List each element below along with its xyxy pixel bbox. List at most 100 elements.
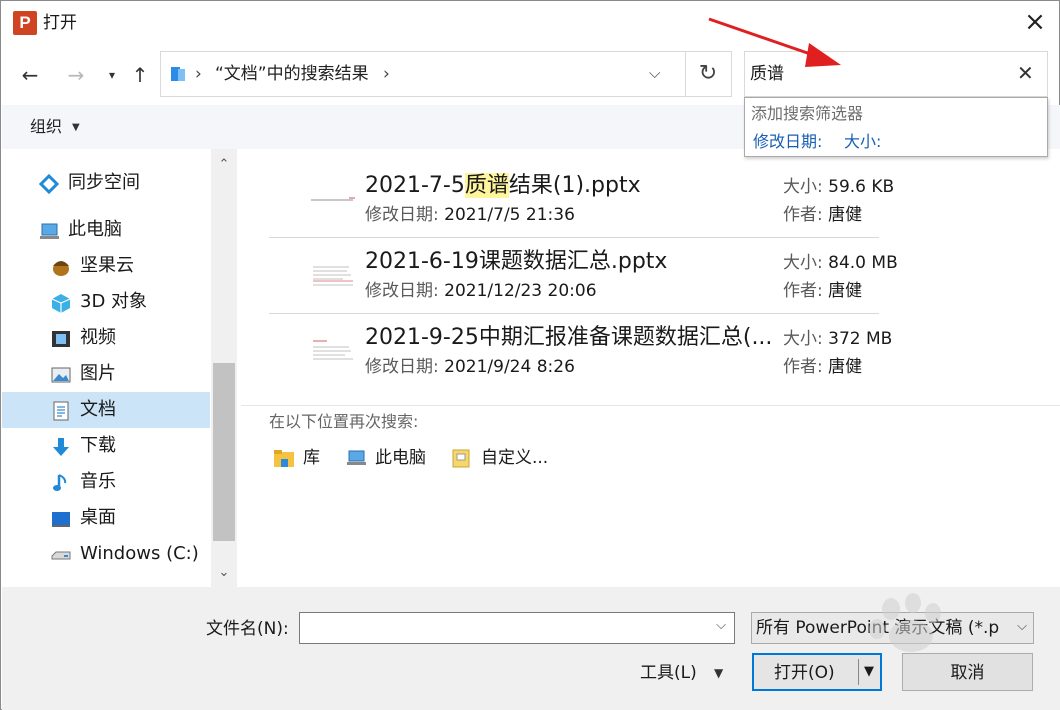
sidebar-item-label: 视频 (80, 327, 116, 348)
sidebar-item-label: Windows (C:) (80, 543, 199, 564)
tools-button[interactable]: 工具(L) (640, 661, 697, 685)
sidebar-item-label: 坚果云 (80, 255, 134, 276)
video-icon (52, 331, 70, 347)
file-modified: 修改日期: 2021/12/23 20:06 (365, 281, 597, 301)
dialog-footer: 文件名(N): ⌵ 所有 PowerPoint 演示文稿 (*.p ⌵ 工具(L… (2, 587, 1060, 710)
divider (241, 405, 1060, 406)
chevron-down-icon[interactable]: ⌵ (716, 618, 726, 633)
file-name: 2021-7-5质谱结果(1).pptx (365, 173, 641, 198)
drive-icon (51, 551, 71, 560)
organize-button[interactable]: 组织 (30, 116, 62, 138)
custom-folder-icon (452, 449, 470, 468)
cancel-button-label: 取消 (950, 663, 985, 683)
filter-date-modified[interactable]: 修改日期: (753, 132, 822, 152)
search-filter-suggestions: 添加搜索筛选器 修改日期: 大小: (744, 97, 1048, 157)
address-bar[interactable]: › “文档”中的搜索结果 › ⌵ ↻ (160, 51, 732, 97)
sidebar-item-label: 下载 (80, 435, 116, 456)
address-dropdown-icon[interactable]: ⌵ (649, 62, 660, 84)
organize-caret-icon[interactable]: ▼ (72, 117, 80, 139)
list-item[interactable]: 2021-6-19课题数据汇总.pptx 修改日期: 2021/12/23 20… (269, 239, 898, 315)
open-button-label: 打开(O) (774, 663, 835, 683)
add-search-filter-header: 添加搜索筛选器 (751, 104, 864, 123)
breadcrumb-search-results[interactable]: “文档”中的搜索结果 (215, 63, 369, 85)
filter-size[interactable]: 大小: (844, 132, 881, 152)
sidebar-item-this-pc[interactable]: 此电脑 (2, 212, 210, 248)
divider (269, 313, 879, 314)
search-results-folder-icon (171, 67, 185, 81)
open-options-caret-icon[interactable]: ▼ (864, 661, 874, 683)
filename-input[interactable]: ⌵ (299, 612, 735, 644)
sidebar-item-nutstore[interactable]: 坚果云 (2, 248, 210, 284)
back-icon[interactable]: ← (17, 61, 43, 89)
sidebar-item-windows-c[interactable]: Windows (C:) (2, 536, 210, 572)
sidebar-item-video[interactable]: 视频 (2, 320, 210, 356)
sidebar-item-desktop[interactable]: 桌面 (2, 500, 210, 536)
open-file-dialog: P 打开 × ← → ▾ ↑ › “文档”中的搜索结果 › ⌵ ↻ 质谱 ✕ 添… (0, 0, 1060, 710)
sidebar-scrollbar[interactable]: ⌃ ⌄ (211, 149, 237, 587)
scrollbar-thumb[interactable] (213, 363, 235, 541)
music-icon (53, 474, 67, 491)
search-location-custom[interactable]: 自定义... (451, 446, 561, 470)
close-icon[interactable]: × (1023, 9, 1047, 35)
divider (858, 659, 859, 685)
list-item[interactable]: 2021-7-5质谱结果(1).pptx 修改日期: 2021/7/5 21:3… (269, 163, 894, 239)
desktop-icon (52, 512, 70, 527)
breadcrumb-separator-icon[interactable]: › (383, 63, 390, 85)
open-button[interactable]: 打开(O) ▼ (752, 653, 882, 691)
sidebar-item-label: 此电脑 (68, 219, 122, 240)
search-highlight: 质谱 (464, 173, 509, 198)
divider (269, 237, 879, 238)
sync-space-icon (38, 173, 60, 195)
sidebar-item-3d-objects[interactable]: 3D 对象 (2, 284, 210, 320)
file-size: 大小: 84.0 MB (783, 253, 898, 273)
nutstore-icon (53, 261, 69, 276)
annotation-arrow (708, 17, 841, 67)
forward-icon[interactable]: → (63, 61, 89, 89)
cancel-button[interactable]: 取消 (902, 653, 1033, 691)
file-type-select[interactable]: 所有 PowerPoint 演示文稿 (*.p ⌵ (751, 612, 1034, 644)
search-location-library[interactable]: 库 (273, 446, 333, 470)
list-item[interactable]: 2021-9-25中期汇报准备课题数据汇总(... 修改日期: 2021/9/2… (269, 315, 892, 391)
this-pc-icon (40, 223, 59, 239)
pptx-thumbnail-icon (309, 259, 357, 293)
pptx-thumbnail-icon (309, 183, 357, 217)
up-folder-icon[interactable]: ↑ (127, 61, 153, 89)
sidebar-item-documents[interactable]: 文档 (2, 392, 210, 428)
file-name: 2021-9-25中期汇报准备课题数据汇总(... (365, 325, 773, 350)
location-label: 自定义... (481, 448, 549, 468)
chevron-down-icon[interactable]: ⌵ (1015, 619, 1027, 634)
breadcrumb-separator-icon: › (195, 64, 202, 84)
scroll-down-icon[interactable]: ⌄ (211, 561, 237, 585)
window-title: 打开 (43, 13, 77, 33)
search-results-pane: 2021-7-5质谱结果(1).pptx 修改日期: 2021/7/5 21:3… (241, 149, 1060, 587)
sidebar-item-label: 音乐 (80, 471, 116, 492)
sidebar-item-pictures[interactable]: 图片 (2, 356, 210, 392)
sidebar-item-label: 文档 (80, 399, 116, 420)
file-author: 作者: 唐健 (783, 205, 863, 225)
sidebar-item-sync-space[interactable]: 同步空间 (2, 165, 210, 201)
file-author: 作者: 唐健 (783, 357, 863, 377)
sidebar-item-label: 3D 对象 (80, 291, 148, 312)
file-author: 作者: 唐健 (783, 281, 863, 301)
sidebar-item-label: 图片 (80, 363, 116, 384)
file-size: 大小: 59.6 KB (783, 177, 895, 197)
file-modified: 修改日期: 2021/9/24 8:26 (365, 357, 575, 377)
file-type-value: 所有 PowerPoint 演示文稿 (*.p (756, 618, 1000, 638)
location-label: 库 (303, 448, 320, 468)
search-location-this-pc[interactable]: 此电脑 (345, 446, 445, 470)
divider (685, 52, 686, 96)
3d-objects-icon (51, 294, 71, 313)
recent-locations-chevron-icon[interactable]: ▾ (99, 61, 125, 89)
file-modified: 修改日期: 2021/7/5 21:36 (365, 205, 575, 225)
tools-caret-icon[interactable]: ▼ (714, 662, 723, 684)
sidebar-item-music[interactable]: 音乐 (2, 464, 210, 500)
sidebar-item-label: 同步空间 (68, 172, 140, 193)
clear-search-icon[interactable]: ✕ (1017, 62, 1034, 84)
sidebar-item-downloads[interactable]: 下载 (2, 428, 210, 464)
pptx-thumbnail-icon (309, 335, 357, 369)
file-size: 大小: 372 MB (783, 329, 893, 349)
library-icon (274, 450, 294, 467)
search-again-label: 在以下位置再次搜索: (269, 412, 419, 431)
scroll-up-icon[interactable]: ⌃ (211, 153, 237, 177)
documents-icon (53, 401, 69, 421)
